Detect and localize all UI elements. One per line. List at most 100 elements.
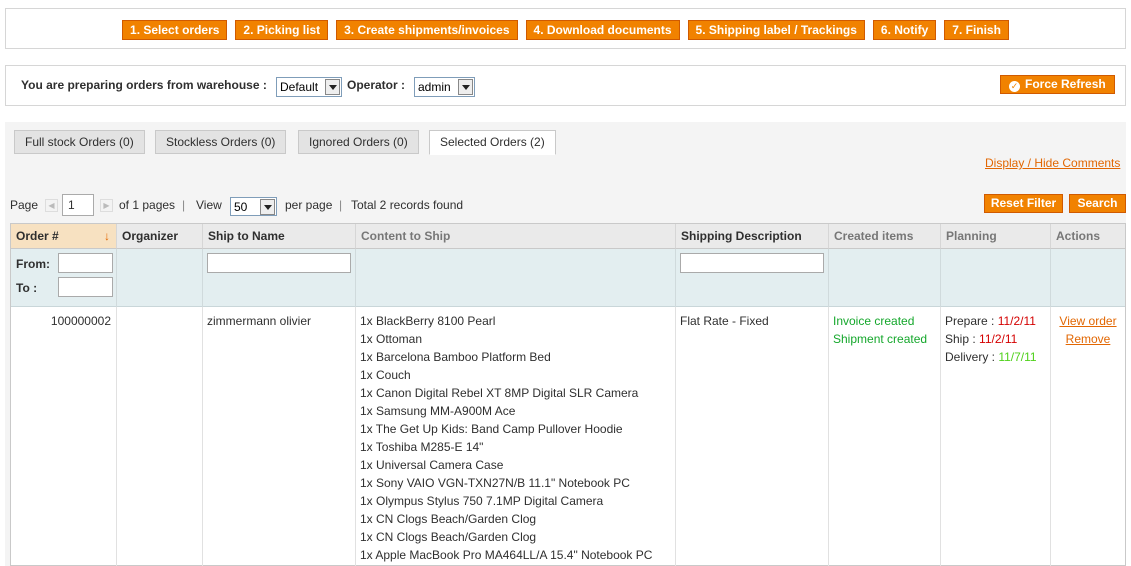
column-content-to-ship: Content to Ship: [356, 224, 676, 249]
ship-to-name-cell: zimmermann olivier: [203, 307, 356, 566]
display-hide-comments-link[interactable]: Display / Hide Comments: [985, 156, 1120, 170]
step-create-shipments-button[interactable]: 3. Create shipments/invoices: [336, 20, 518, 40]
content-to-ship-cell: 1x BlackBerry 8100 Pearl 1x Ottoman 1x B…: [356, 307, 676, 566]
created-items-filter-cell: [829, 249, 941, 307]
tab-selected-orders[interactable]: Selected Orders (2): [429, 130, 556, 155]
pager-separator: |: [182, 198, 186, 212]
organizer-cell: [117, 307, 203, 566]
table-row: 100000002 zimmermann olivier 1x BlackBer…: [11, 307, 1125, 566]
column-ship-to-name[interactable]: Ship to Name: [203, 224, 356, 249]
shipping-description-filter-cell: [676, 249, 829, 307]
ship-to-name-filter-input[interactable]: [207, 253, 351, 273]
column-created-items: Created items: [829, 224, 941, 249]
delivery-date: 11/7/11: [998, 350, 1037, 364]
operator-label: Operator :: [347, 78, 406, 92]
prepare-line: Prepare : 11/2/11: [945, 312, 1046, 330]
content-item: 1x BlackBerry 8100 Pearl: [360, 314, 496, 328]
column-order-number[interactable]: Order # ↓: [11, 224, 117, 249]
chevron-down-icon: [458, 79, 473, 95]
steps-bar: 1. Select orders 2. Picking list 3. Create…: [6, 20, 1125, 40]
ship-date: 11/2/11: [979, 332, 1018, 346]
column-order-number-label: Order #: [16, 229, 59, 243]
chevron-down-icon: [260, 199, 275, 215]
orders-tabs-area: Full stock Orders (0) Stockless Orders (…: [5, 122, 1126, 566]
content-item: 1x Couch: [360, 368, 411, 382]
column-planning: Planning: [941, 224, 1051, 249]
reset-filter-button[interactable]: Reset Filter: [984, 194, 1063, 213]
tab-stockless-orders[interactable]: Stockless Orders (0): [155, 130, 287, 154]
prev-page-icon[interactable]: ◀: [45, 199, 58, 212]
delivery-label: Delivery :: [945, 350, 999, 364]
content-item: 1x Ottoman: [360, 332, 423, 346]
ship-line: Ship : 11/2/11: [945, 330, 1046, 348]
ship-label: Ship :: [945, 332, 980, 346]
content-item: 1x CN Clogs Beach/Garden Clog: [360, 530, 537, 544]
operator-select[interactable]: admin: [414, 77, 475, 97]
page-input-value: 1: [68, 198, 75, 212]
content-item: 1x Olympus Stylus 750 7.1MP Digital Came…: [360, 494, 604, 508]
pager-separator: |: [339, 198, 343, 212]
of-pages-text: of 1 pages: [119, 198, 176, 212]
created-items-cell: Invoice created Shipment created: [829, 307, 941, 566]
content-filter-cell: [356, 249, 676, 307]
step-notify-button[interactable]: 6. Notify: [872, 20, 937, 40]
step-download-documents-button[interactable]: 4. Download documents: [525, 20, 680, 40]
content-item: 1x Samsung MM-A900M Ace: [360, 404, 516, 418]
order-from-input[interactable]: [58, 253, 113, 273]
invoice-created-status: Invoice created: [833, 314, 915, 328]
warehouse-select[interactable]: Default: [276, 77, 342, 97]
tab-full-stock-orders[interactable]: Full stock Orders (0): [14, 130, 145, 154]
column-shipping-description[interactable]: Shipping Description: [676, 224, 829, 249]
remove-link[interactable]: Remove: [1066, 332, 1111, 346]
to-label: To :: [16, 281, 38, 295]
content-item: 1x Canon Digital Rebel XT 8MP Digital SL…: [360, 386, 639, 400]
search-button[interactable]: Search: [1069, 194, 1126, 213]
content-item: 1x Toshiba M285-E 14": [360, 440, 484, 454]
content-item: 1x The Get Up Kids: Band Camp Pullover H…: [360, 422, 623, 436]
column-actions: Actions: [1051, 224, 1125, 249]
prepare-date: 11/2/11: [997, 314, 1036, 328]
shipping-description-filter-input[interactable]: [680, 253, 824, 273]
ship-to-name-filter-cell: [203, 249, 356, 307]
per-page-value: 50: [234, 200, 248, 214]
page-input[interactable]: 1: [62, 194, 94, 216]
content-item: 1x Apple MacBook Pro MA464LL/A 15.4" Not…: [360, 548, 653, 562]
content-item: 1x Barcelona Bamboo Platform Bed: [360, 350, 551, 364]
per-page-text: per page: [285, 198, 333, 212]
prepare-label: Prepare :: [945, 314, 998, 328]
per-page-select[interactable]: 50: [230, 197, 277, 216]
steps-panel: 1. Select orders 2. Picking list 3. Create…: [5, 8, 1126, 49]
content-item: 1x Sony VAIO VGN-TXN27N/B 11.1" Notebook…: [360, 476, 630, 490]
total-records-text: Total 2 records found: [351, 198, 464, 212]
step-shipping-label-button[interactable]: 5. Shipping label / Trackings: [687, 20, 865, 40]
content-item: 1x CN Clogs Beach/Garden Clog: [360, 512, 537, 526]
step-select-orders-button[interactable]: 1. Select orders: [122, 20, 228, 40]
page-label: Page: [10, 198, 39, 212]
chevron-down-icon: [325, 79, 340, 95]
tab-ignored-orders[interactable]: Ignored Orders (0): [298, 130, 419, 154]
order-number-cell: 100000002: [11, 307, 117, 566]
planning-filter-cell: [941, 249, 1051, 307]
next-page-icon[interactable]: ▶: [100, 199, 113, 212]
warehouse-select-value: Default: [280, 80, 319, 94]
actions-cell: View order Remove: [1051, 307, 1125, 566]
force-refresh-label: Force Refresh: [1025, 77, 1106, 91]
planning-cell: Prepare : 11/2/11 Ship : 11/2/11 Deliver…: [941, 307, 1051, 566]
column-organizer[interactable]: Organizer: [117, 224, 203, 249]
delivery-line: Delivery : 11/7/11: [945, 348, 1046, 366]
force-refresh-button[interactable]: ✓ Force Refresh: [1000, 75, 1115, 94]
filter-row: From: To :: [11, 249, 1125, 307]
organizer-filter-cell: [117, 249, 203, 307]
shipment-created-status: Shipment created: [833, 332, 928, 346]
from-label: From:: [16, 257, 50, 271]
content-item: 1x Universal Camera Case: [360, 458, 504, 472]
order-to-input[interactable]: [58, 277, 113, 297]
step-finish-button[interactable]: 7. Finish: [944, 20, 1009, 40]
warehouse-panel: You are preparing orders from warehouse …: [5, 65, 1126, 106]
view-order-link[interactable]: View order: [1059, 314, 1116, 328]
shipping-description-cell: Flat Rate - Fixed: [676, 307, 829, 566]
step-picking-list-button[interactable]: 2. Picking list: [235, 20, 329, 40]
actions-filter-cell: [1051, 249, 1125, 307]
sort-arrow-icon: ↓: [104, 229, 110, 243]
orders-grid: Order # ↓ Organizer Ship to Name Content…: [10, 223, 1126, 566]
